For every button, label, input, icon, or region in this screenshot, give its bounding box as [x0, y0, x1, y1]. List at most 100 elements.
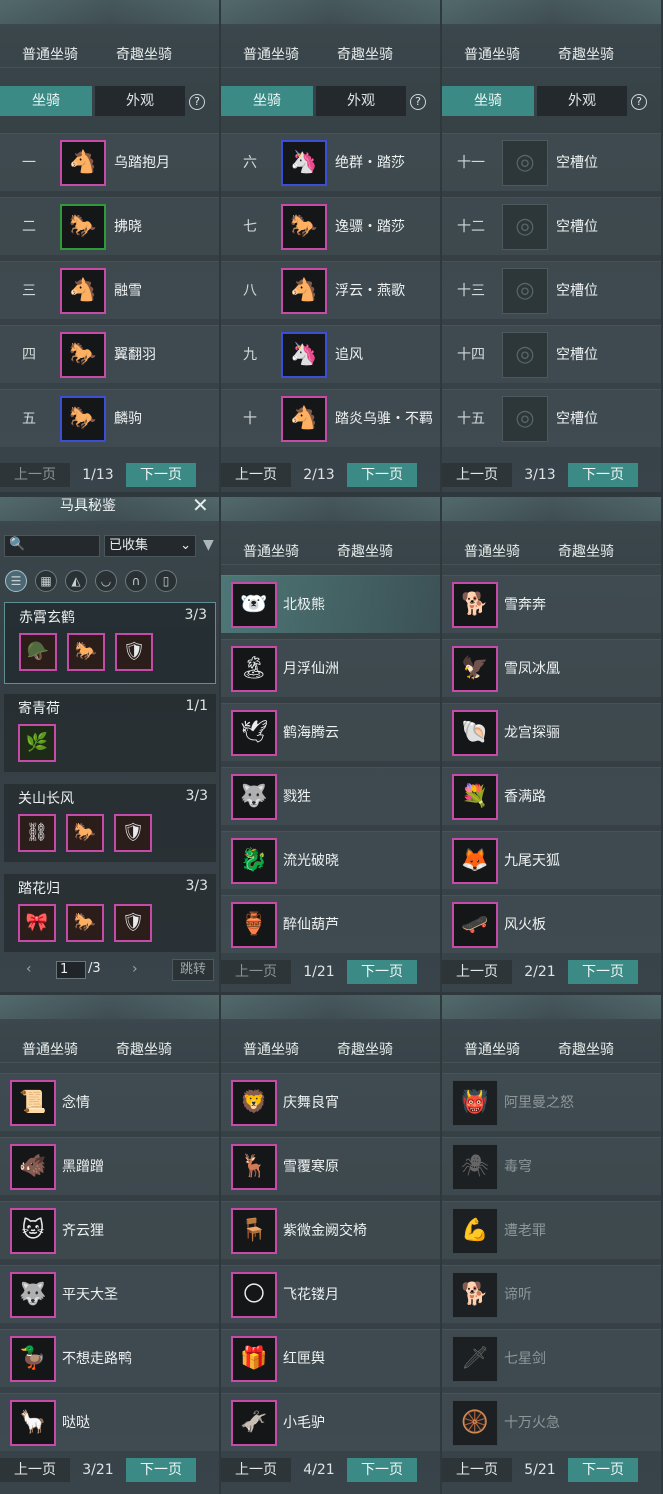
mount-row[interactable]: 🦊 九尾天狐 — [442, 831, 661, 889]
mount-row[interactable]: 🐺 戮狌 — [221, 767, 440, 825]
mount-slot-row[interactable]: 八 🐴 浮云・燕歌 — [221, 261, 440, 319]
tab-fun-mounts[interactable]: 奇趣坐骑 — [94, 1039, 194, 1059]
tab-fun-mounts[interactable]: 奇趣坐骑 — [536, 1039, 636, 1059]
close-icon[interactable]: ✕ — [192, 497, 209, 517]
mount-row[interactable]: 🐻‍❄️ 北极熊 — [221, 575, 440, 633]
mount-row[interactable]: 🦌 雪覆寒原 — [221, 1137, 440, 1195]
saddle-piece-icon[interactable]: 🛡 — [114, 814, 152, 852]
search-input[interactable]: 🔍 — [4, 535, 100, 557]
next-page-button[interactable]: 下一页 — [347, 960, 417, 984]
mount-slot-row[interactable]: 九 🦄 追风 — [221, 325, 440, 383]
mount-slot-row[interactable]: 二 🐎 拂晓 — [0, 197, 219, 255]
mount-row[interactable]: 🐕 谛听 — [442, 1265, 661, 1323]
saddle-piece-icon[interactable]: 🎀 — [18, 904, 56, 942]
next-page-button[interactable]: 下一页 — [347, 1458, 417, 1482]
saddle-piece-icon[interactable]: 🐎 — [66, 814, 104, 852]
mount-slot-row[interactable]: 七 🐎 逸骠・踏莎 — [221, 197, 440, 255]
mount-row[interactable]: 🌕 飞花镂月 — [221, 1265, 440, 1323]
tab-normal-mounts[interactable]: 普通坐骑 — [221, 44, 321, 64]
saddle-set-card[interactable]: 赤霄玄鹤 3/3 🪖 🐎 🛡 — [4, 602, 216, 684]
next-page-button[interactable]: 下一页 — [568, 463, 638, 487]
next-page-button[interactable]: 下一页 — [126, 463, 196, 487]
next-page-button[interactable]: 下一页 — [347, 463, 417, 487]
mount-row[interactable]: 🐺 平天大圣 — [0, 1265, 219, 1323]
saddle-set-card[interactable]: 关山长风 3/3 ⛓ 🐎 🛡 — [4, 784, 216, 862]
tab-fun-mounts[interactable]: 奇趣坐骑 — [315, 541, 415, 561]
mount-row[interactable]: 🦁 庆舞良宵 — [221, 1073, 440, 1131]
mount-slot-row[interactable]: 六 🦄 绝群・踏莎 — [221, 133, 440, 191]
mount-row[interactable]: 🗡 七星剑 — [442, 1329, 661, 1387]
saddle-piece-icon[interactable]: 🐎 — [66, 904, 104, 942]
prev-page-button[interactable]: 上一页 — [442, 463, 512, 487]
mount-row[interactable]: 🦙 哒哒 — [0, 1393, 219, 1451]
prev-page-button[interactable]: 上一页 — [0, 463, 70, 487]
collection-filter-select[interactable]: 已收集 ⌄ — [104, 535, 196, 557]
mount-row[interactable]: 🏝 月浮仙洲 — [221, 639, 440, 697]
help-icon[interactable]: ? — [410, 94, 426, 110]
tab-fun-mounts[interactable]: 奇趣坐骑 — [315, 44, 415, 64]
tab-normal-mounts[interactable]: 普通坐骑 — [442, 541, 542, 561]
saddle-category-icon[interactable]: ◡ — [95, 570, 117, 592]
mount-row[interactable]: 🐚 龙宫探骊 — [442, 703, 661, 761]
prev-page-button[interactable]: 上一页 — [221, 463, 291, 487]
tab-fun-mounts[interactable]: 奇趣坐骑 — [94, 44, 194, 64]
mount-slot-row[interactable]: 十 🐴 踏炎乌骓・不羁 — [221, 389, 440, 447]
prev-page-button[interactable]: 上一页 — [0, 1458, 70, 1482]
filter-funnel-icon[interactable]: ▼ — [203, 537, 214, 553]
prev-page-button[interactable]: 上一页 — [221, 960, 291, 984]
mount-slot-row[interactable]: 三 🐴 融雪 — [0, 261, 219, 319]
helmet-category-icon[interactable]: ◭ — [65, 570, 87, 592]
prev-page-button[interactable]: 上一页 — [442, 960, 512, 984]
tab-fun-mounts[interactable]: 奇趣坐骑 — [536, 541, 636, 561]
mount-slot-row[interactable]: 十五 ◎ 空槽位 — [442, 389, 661, 447]
mount-row[interactable]: 🐕 雪奔奔 — [442, 575, 661, 633]
tab-fun-mounts[interactable]: 奇趣坐骑 — [315, 1039, 415, 1059]
mount-row[interactable]: 🪑 紫微金阙交椅 — [221, 1201, 440, 1259]
subtab-appearance[interactable]: 外观 — [95, 86, 185, 116]
tab-normal-mounts[interactable]: 普通坐骑 — [442, 44, 542, 64]
mount-slot-row[interactable]: 一 🐴 乌踏抱月 — [0, 133, 219, 191]
mount-slot-row[interactable]: 十二 ◎ 空槽位 — [442, 197, 661, 255]
mount-slot-row[interactable]: 十四 ◎ 空槽位 — [442, 325, 661, 383]
mount-row[interactable]: 🦅 雪凤冰凰 — [442, 639, 661, 697]
saddle-piece-icon[interactable]: 🐎 — [67, 633, 105, 671]
mount-row[interactable]: 🏺 醉仙葫芦 — [221, 895, 440, 953]
subtab-mount[interactable]: 坐骑 — [221, 86, 313, 116]
page-number-input[interactable]: 1 — [56, 961, 86, 979]
mount-slot-row[interactable]: 五 🐎 麟驹 — [0, 389, 219, 447]
tab-normal-mounts[interactable]: 普通坐骑 — [442, 1039, 542, 1059]
subtab-mount[interactable]: 坐骑 — [442, 86, 534, 116]
chevron-right-icon[interactable]: › — [132, 961, 138, 977]
mount-row[interactable]: 🛞 十万火急 — [442, 1393, 661, 1451]
mount-row[interactable]: 🛹 风火板 — [442, 895, 661, 953]
saddle-piece-icon[interactable]: 🪖 — [19, 633, 57, 671]
tab-normal-mounts[interactable]: 普通坐骑 — [0, 44, 100, 64]
next-page-button[interactable]: 下一页 — [568, 1458, 638, 1482]
saddle-piece-icon[interactable]: ⛓ — [18, 814, 56, 852]
mount-row[interactable]: 🐱 齐云狸 — [0, 1201, 219, 1259]
help-icon[interactable]: ? — [189, 94, 205, 110]
help-icon[interactable]: ? — [631, 94, 647, 110]
subtab-appearance[interactable]: 外观 — [537, 86, 627, 116]
mount-row[interactable]: 📜 念情 — [0, 1073, 219, 1131]
saddle-piece-icon[interactable]: 🛡 — [115, 633, 153, 671]
chevron-left-icon[interactable]: ‹ — [26, 961, 32, 977]
grid-category-icon[interactable]: ▦ — [35, 570, 57, 592]
prev-page-button[interactable]: 上一页 — [442, 1458, 512, 1482]
mount-row[interactable]: 🎁 红匣舆 — [221, 1329, 440, 1387]
saddle-set-card[interactable]: 寄青荷 1/1 🌿 — [4, 694, 216, 772]
next-page-button[interactable]: 下一页 — [568, 960, 638, 984]
mount-row[interactable]: 💐 香满路 — [442, 767, 661, 825]
tab-normal-mounts[interactable]: 普通坐骑 — [221, 541, 321, 561]
mount-row[interactable]: 🫏 小毛驴 — [221, 1393, 440, 1451]
armor-category-icon[interactable]: ▯ — [155, 570, 177, 592]
mount-row[interactable]: 💪 遭老罪 — [442, 1201, 661, 1259]
mount-row[interactable]: 🕊 鹤海腾云 — [221, 703, 440, 761]
prev-page-button[interactable]: 上一页 — [221, 1458, 291, 1482]
tab-normal-mounts[interactable]: 普通坐骑 — [221, 1039, 321, 1059]
tab-normal-mounts[interactable]: 普通坐骑 — [0, 1039, 100, 1059]
horseshoe-category-icon[interactable]: ∩ — [125, 570, 147, 592]
mount-row[interactable]: 🐉 流光破晓 — [221, 831, 440, 889]
subtab-appearance[interactable]: 外观 — [316, 86, 406, 116]
saddle-piece-icon[interactable]: 🌿 — [18, 724, 56, 762]
